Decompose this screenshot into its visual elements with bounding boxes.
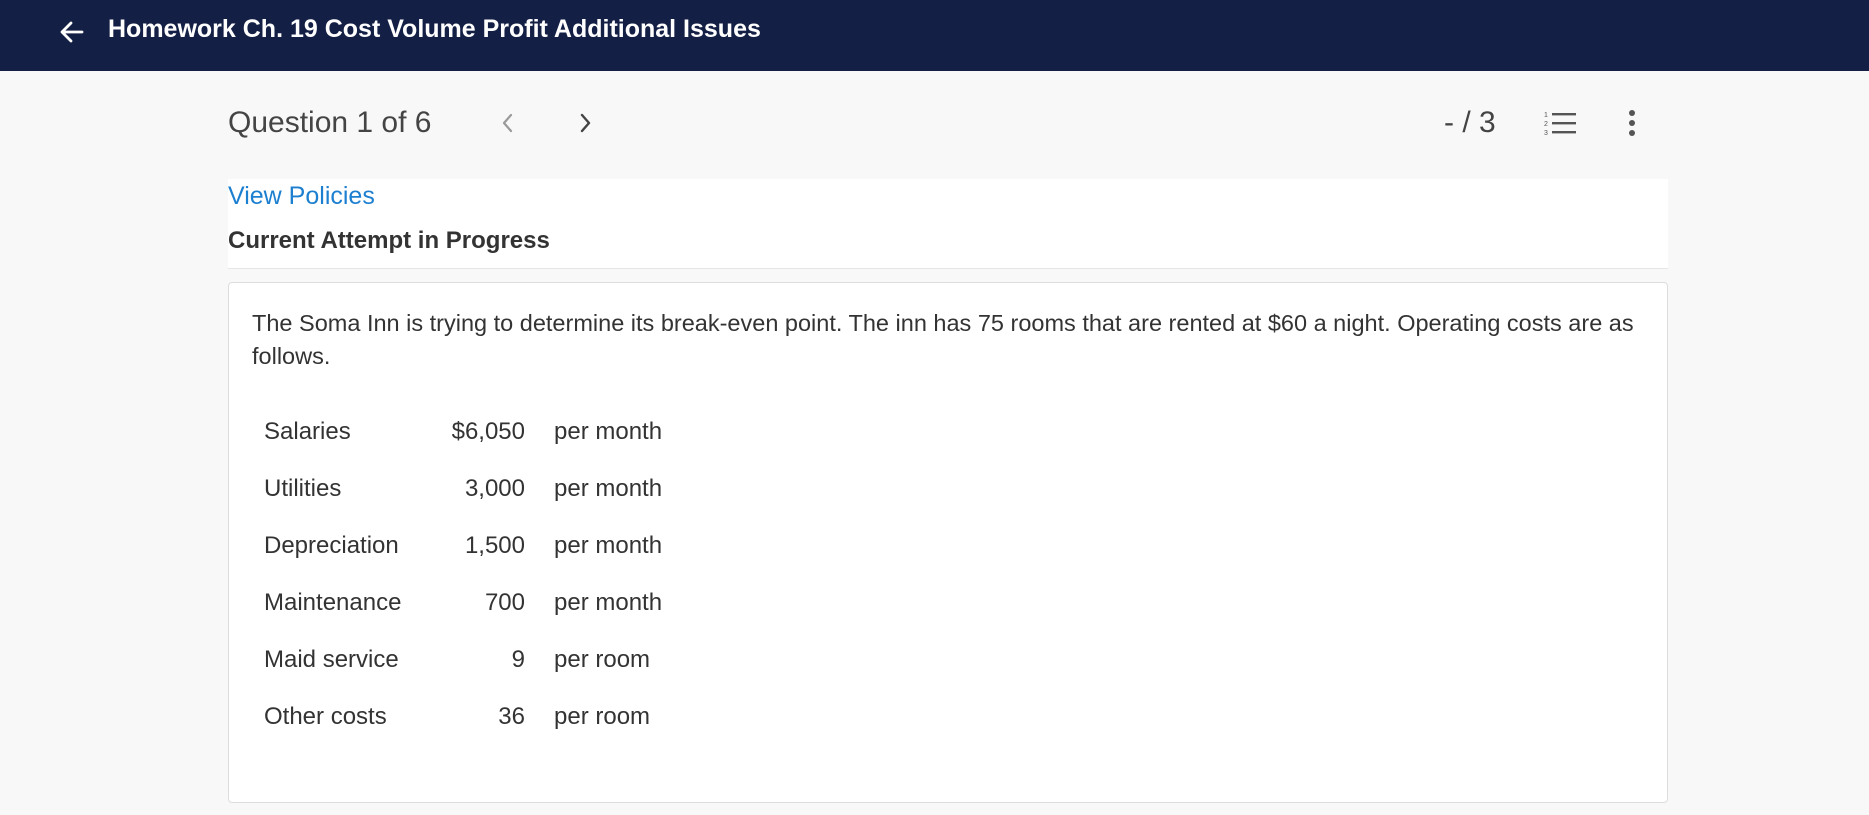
more-vertical-icon	[1627, 109, 1637, 142]
table-row: Utilities 3,000 per month	[253, 460, 662, 517]
previous-question-button[interactable]	[490, 107, 526, 143]
cost-unit: per month	[554, 588, 663, 616]
cost-unit: per month	[554, 474, 663, 502]
cost-unit: per room	[554, 702, 651, 730]
table-row: Other costs 36 per room	[253, 688, 662, 745]
question-list-button[interactable]: 1 2 3	[1540, 107, 1580, 143]
cost-unit: per room	[554, 645, 651, 673]
cost-amount: 36	[498, 702, 525, 730]
question-header: Question 1 of 6 - / 3 1 2 3	[0, 71, 1869, 179]
svg-text:3: 3	[1544, 130, 1548, 137]
cost-item: Utilities	[264, 474, 342, 502]
table-row: Maintenance 700 per month	[253, 574, 662, 631]
cost-item: Maid service	[264, 645, 399, 673]
numbered-list-icon: 1 2 3	[1543, 109, 1577, 142]
svg-text:2: 2	[1544, 121, 1548, 128]
attempt-panel: View Policies Current Attempt in Progres…	[228, 179, 1668, 269]
table-row: Maid service 9 per room	[253, 631, 662, 688]
cost-unit: per month	[554, 417, 663, 445]
arrow-left-icon	[58, 18, 86, 51]
top-bar: Homework Ch. 19 Cost Volume Profit Addit…	[0, 0, 1869, 71]
back-button[interactable]	[52, 14, 92, 54]
cost-item: Depreciation	[264, 531, 399, 559]
cost-item: Salaries	[264, 417, 351, 445]
question-score: - / 3	[1444, 106, 1496, 139]
question-prompt: The Soma Inn is trying to determine its …	[252, 310, 1634, 369]
question-content: The Soma Inn is trying to determine its …	[228, 282, 1668, 803]
cost-amount: 700	[484, 588, 525, 616]
cost-amount: 1,500	[464, 531, 525, 559]
operating-costs-table: Salaries $6,050 per month Utilities 3,00…	[253, 403, 662, 745]
assignment-title: Homework Ch. 19 Cost Volume Profit Addit…	[108, 15, 761, 43]
chevron-left-icon	[498, 111, 518, 140]
chevron-right-icon	[575, 111, 595, 140]
cost-unit: per month	[554, 531, 663, 559]
question-counter: Question 1 of 6	[228, 106, 432, 139]
attempt-status: Current Attempt in Progress	[228, 227, 550, 254]
svg-text:1: 1	[1544, 112, 1548, 119]
cost-item: Other costs	[264, 702, 387, 730]
table-row: Depreciation 1,500 per month	[253, 517, 662, 574]
next-question-button[interactable]	[567, 107, 603, 143]
table-row: Salaries $6,050 per month	[253, 403, 662, 460]
view-policies-link[interactable]: View Policies	[228, 181, 375, 211]
cost-amount: $6,050	[451, 417, 525, 445]
more-options-button[interactable]	[1614, 107, 1650, 143]
cost-item: Maintenance	[264, 588, 402, 616]
cost-amount: 3,000	[464, 474, 525, 502]
cost-amount: 9	[511, 645, 525, 673]
